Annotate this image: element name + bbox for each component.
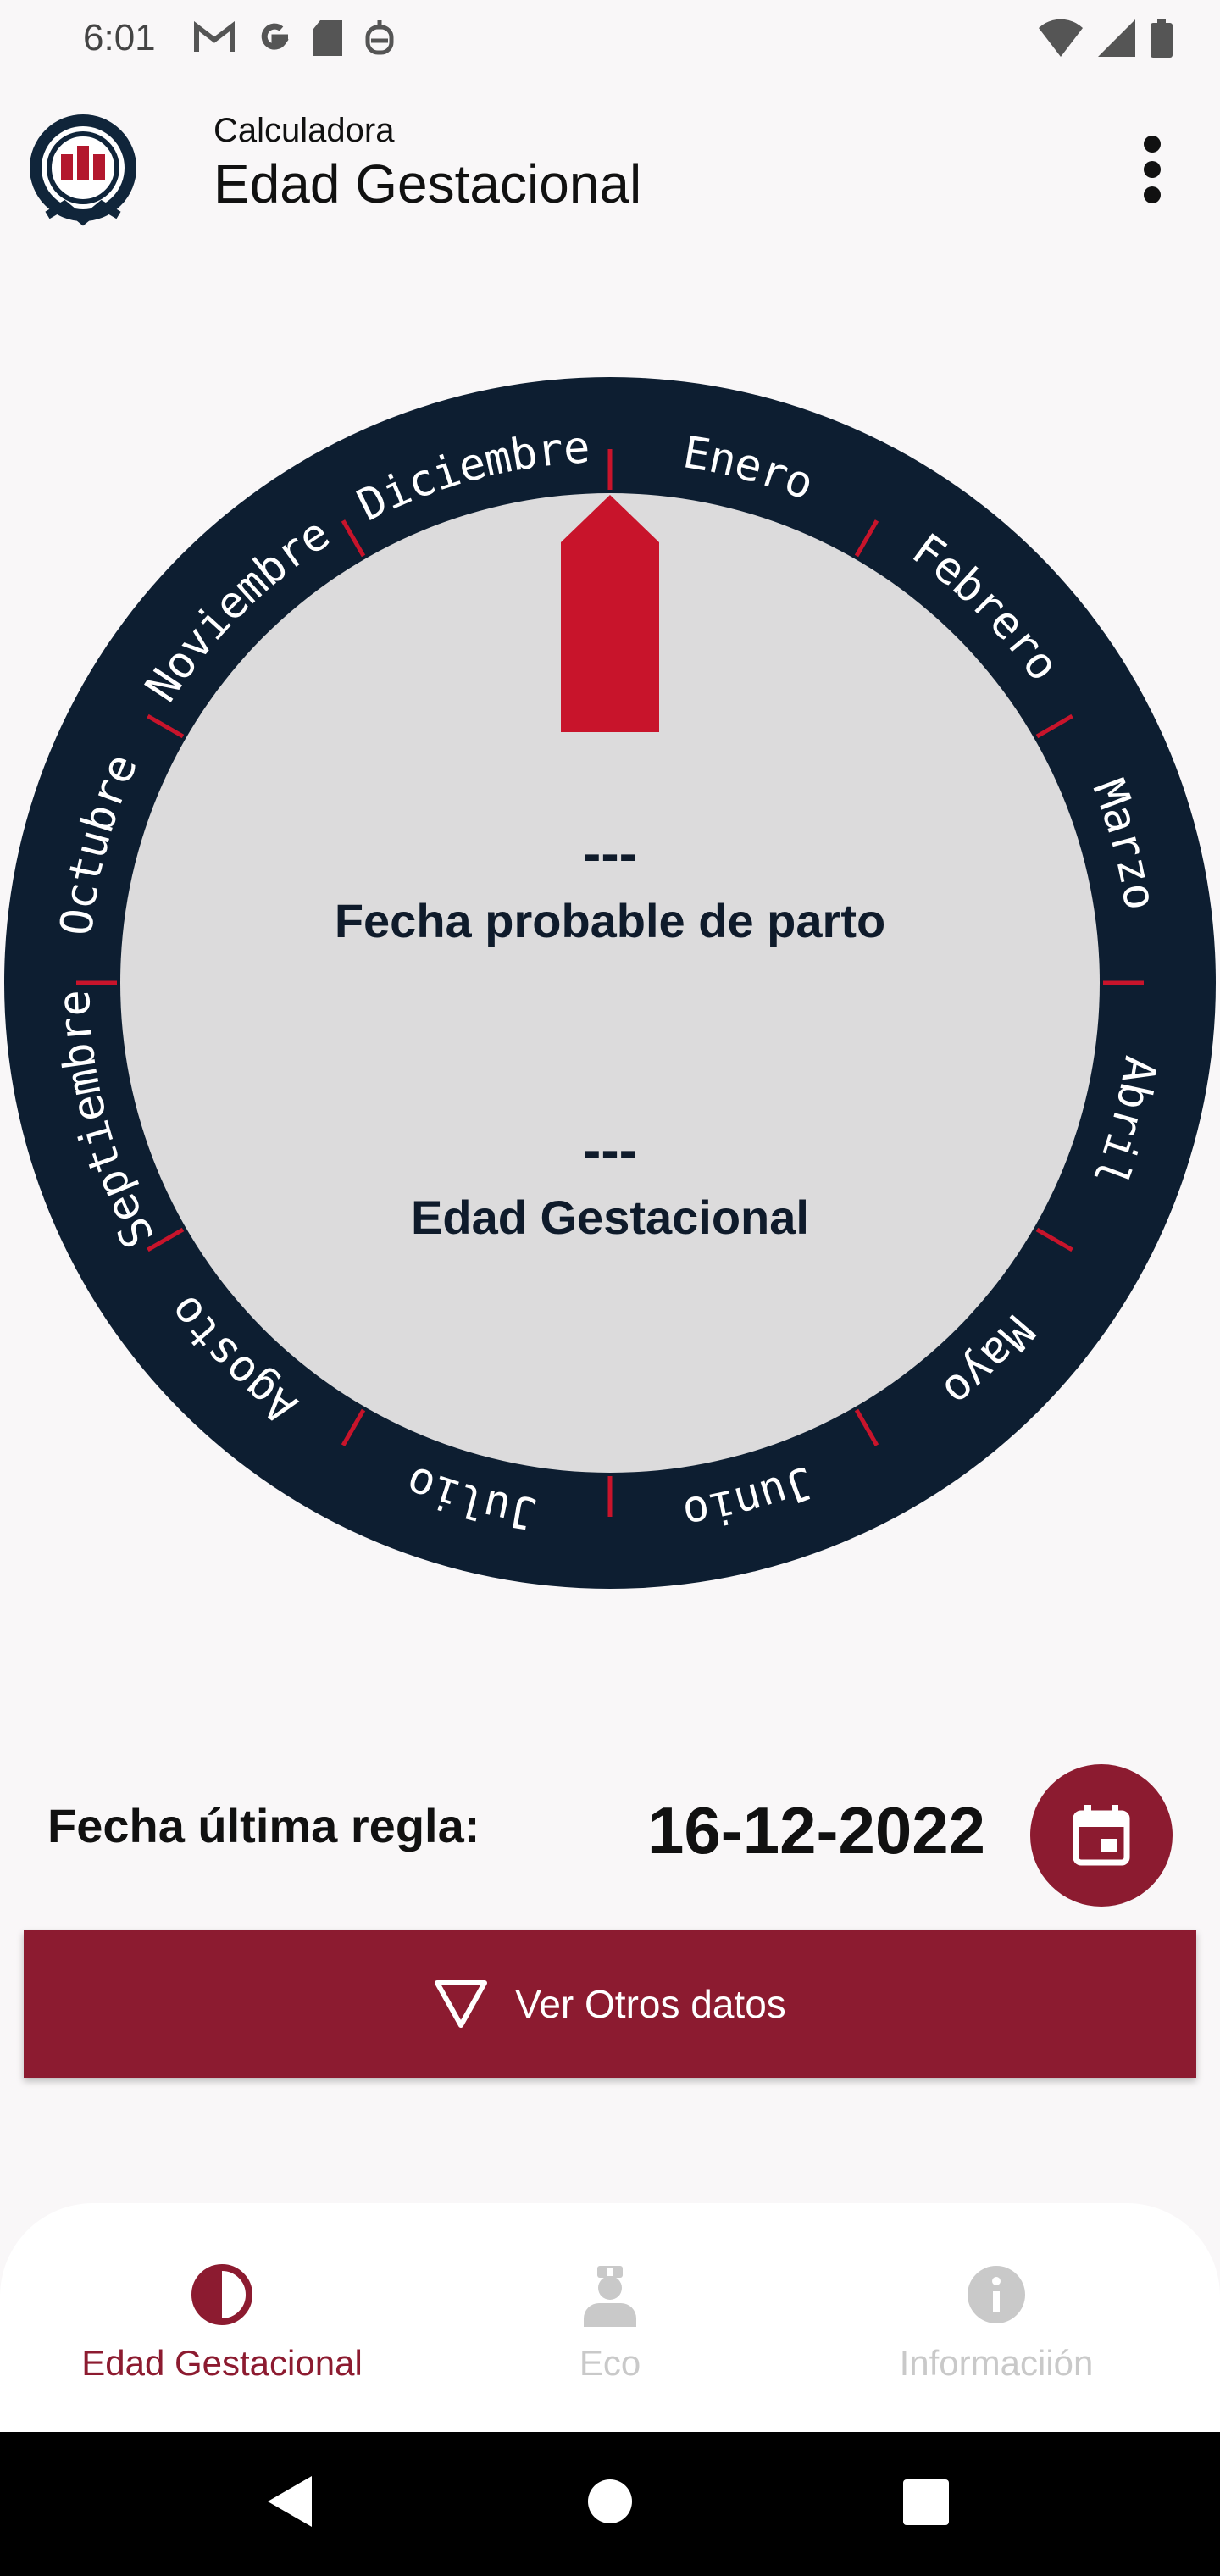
sd-card-icon xyxy=(313,20,342,56)
eg-label: Edad Gestacional xyxy=(411,1191,809,1244)
calendar-button[interactable] xyxy=(1030,1764,1173,1907)
status-notification-icons xyxy=(193,19,396,58)
nav-label-edad-gestacional: Edad Gestacional xyxy=(81,2343,363,2383)
nav-label-eco: Eco xyxy=(579,2343,641,2383)
system-navigation-bar xyxy=(0,2432,1220,2576)
back-icon[interactable] xyxy=(264,2474,315,2529)
signal-icon xyxy=(1098,19,1135,57)
battery-icon xyxy=(1151,19,1173,58)
status-bar: 6:01 xyxy=(0,0,1220,85)
app-notification-icon xyxy=(365,20,394,55)
wheel-graphic[interactable]: EneroFebreroMarzoAbrilMayoJunioJulioAgos… xyxy=(0,373,1220,1593)
app-logo xyxy=(30,114,136,226)
fur-date-value[interactable]: 16-12-2022 xyxy=(647,1792,985,1869)
status-time: 6:01 xyxy=(83,17,156,58)
bottom-navigation: Edad Gestacional Eco Informaciión xyxy=(0,2203,1220,2432)
gmail-icon xyxy=(194,21,235,52)
eg-value: --- xyxy=(583,1119,637,1180)
app-bar: Calculadora Edad Gestacional xyxy=(0,93,1220,246)
nav-label-informacion: Informaciión xyxy=(899,2343,1094,2383)
nav-item-edad-gestacional[interactable]: Edad Gestacional xyxy=(27,2262,417,2384)
fpp-value: --- xyxy=(583,823,637,884)
ver-otros-datos-button[interactable]: Ver Otros datos xyxy=(24,1930,1196,2078)
date-pointer[interactable] xyxy=(561,495,659,732)
nav-item-informacion[interactable]: Informaciión xyxy=(801,2262,1191,2384)
fpp-label: Fecha probable de parto xyxy=(334,894,886,947)
app-subtitle: Calculadora xyxy=(214,112,395,149)
google-icon xyxy=(261,23,289,50)
doctor-icon xyxy=(584,2266,636,2327)
home-icon[interactable] xyxy=(586,2478,634,2525)
calendar-icon xyxy=(1073,1805,1130,1866)
info-icon xyxy=(968,2266,1025,2323)
wifi-icon xyxy=(1039,19,1083,57)
fur-label: Fecha última regla: xyxy=(47,1799,480,1852)
app-title: Edad Gestacional xyxy=(214,153,642,214)
status-system-icons xyxy=(1039,19,1173,58)
recents-icon[interactable] xyxy=(903,2479,949,2525)
nav-item-eco[interactable]: Eco xyxy=(415,2262,805,2384)
triangle-down-icon xyxy=(435,1980,488,2028)
gestational-wheel[interactable]: Enero Febrero Marzo Abril Mayo Junio Julio Agos… xyxy=(0,373,1220,1593)
more-options-icon[interactable] xyxy=(1127,127,1178,212)
half-circle-icon xyxy=(191,2264,252,2325)
ver-otros-datos-label: Ver Otros datos xyxy=(515,1982,786,2026)
